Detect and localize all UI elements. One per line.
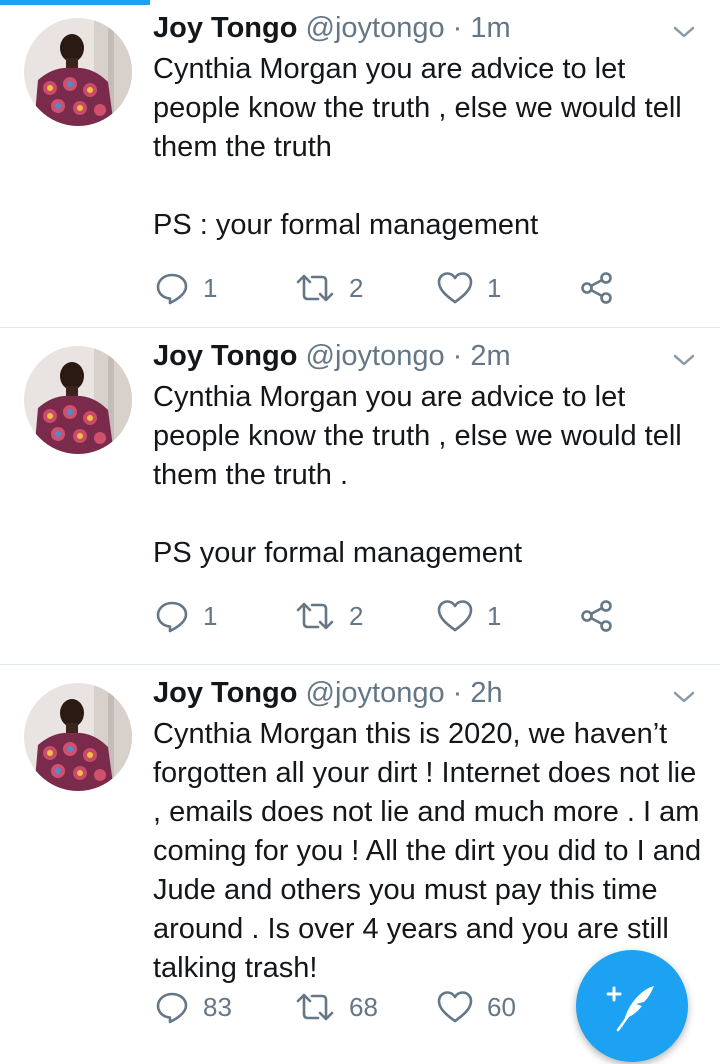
like-count: 1 — [487, 600, 502, 631]
tweet-header: Joy Tongo @joytongo · 2m — [153, 336, 511, 376]
retweet-count: 2 — [349, 272, 364, 303]
compose-tweet-button[interactable] — [576, 950, 688, 1062]
separator-dot: · — [452, 340, 463, 372]
display-name[interactable]: Joy Tongo — [153, 340, 297, 372]
chevron-down-icon[interactable] — [670, 687, 698, 707]
compose-tweet-icon — [606, 986, 654, 1032]
retweet-count: 68 — [349, 991, 378, 1022]
tweet-header: Joy Tongo @joytongo · 2h — [153, 673, 503, 713]
timestamp[interactable]: 2m — [470, 340, 510, 372]
reply-icon — [156, 992, 188, 1024]
retweet-button[interactable]: 2 — [295, 596, 363, 636]
share-button[interactable] — [580, 596, 614, 636]
retweet-icon — [296, 602, 334, 630]
tweet-text: Cynthia Morgan you are advice to let peo… — [153, 381, 682, 569]
avatar[interactable] — [24, 683, 132, 791]
share-icon — [581, 272, 612, 304]
timestamp[interactable]: 2h — [470, 677, 502, 709]
tweet-text: Cynthia Morgan this is 2020, we haven’t … — [153, 718, 710, 984]
retweet-icon — [296, 993, 334, 1021]
tweet[interactable]: Joy Tongo @joytongo · 1m Cynthia Morgan … — [0, 0, 720, 328]
avatar-image — [24, 683, 132, 791]
avatar[interactable] — [24, 346, 132, 454]
tweet-actions: 83 68 60 — [155, 987, 635, 1027]
separator-dot: · — [452, 12, 463, 44]
like-button[interactable]: 1 — [437, 268, 501, 308]
user-handle[interactable]: @joytongo — [306, 340, 445, 372]
like-button[interactable]: 1 — [437, 596, 501, 636]
reply-icon — [156, 601, 188, 633]
user-handle[interactable]: @joytongo — [306, 677, 445, 709]
display-name[interactable]: Joy Tongo — [153, 12, 297, 44]
like-count: 1 — [487, 272, 502, 303]
display-name[interactable]: Joy Tongo — [153, 677, 297, 709]
heart-icon — [437, 272, 473, 304]
avatar[interactable] — [24, 18, 132, 126]
avatar-image — [24, 346, 132, 454]
timeline-feed: Joy Tongo @joytongo · 1m Cynthia Morgan … — [0, 0, 720, 1064]
like-button[interactable]: 60 — [437, 987, 516, 1027]
chevron-down-icon[interactable] — [670, 22, 698, 42]
reply-button[interactable]: 1 — [155, 268, 217, 308]
tweet[interactable]: Joy Tongo @joytongo · 2m Cynthia Morgan … — [0, 328, 720, 665]
heart-icon — [437, 991, 473, 1023]
heart-icon — [437, 600, 473, 632]
retweet-button[interactable]: 2 — [295, 268, 363, 308]
tweet-actions: 1 2 1 — [155, 268, 635, 308]
reply-count: 1 — [203, 600, 218, 631]
share-icon — [581, 600, 612, 632]
reply-icon — [156, 273, 188, 305]
reply-button[interactable]: 1 — [155, 596, 217, 636]
retweet-button[interactable]: 68 — [295, 987, 378, 1027]
separator-dot: · — [452, 677, 463, 709]
tweet-header: Joy Tongo @joytongo · 1m — [153, 8, 511, 48]
reply-button[interactable]: 83 — [155, 987, 232, 1027]
tweet-actions: 1 2 1 — [155, 596, 635, 636]
tweet-text: Cynthia Morgan you are advice to let peo… — [153, 53, 682, 241]
timestamp[interactable]: 1m — [470, 12, 510, 44]
chevron-down-icon[interactable] — [670, 350, 698, 370]
user-handle[interactable]: @joytongo — [306, 12, 445, 44]
retweet-count: 2 — [349, 600, 364, 631]
like-count: 60 — [487, 991, 516, 1022]
share-button[interactable] — [580, 268, 614, 308]
reply-count: 83 — [203, 991, 232, 1022]
reply-count: 1 — [203, 272, 218, 303]
retweet-icon — [296, 274, 334, 302]
avatar-image — [24, 18, 132, 126]
